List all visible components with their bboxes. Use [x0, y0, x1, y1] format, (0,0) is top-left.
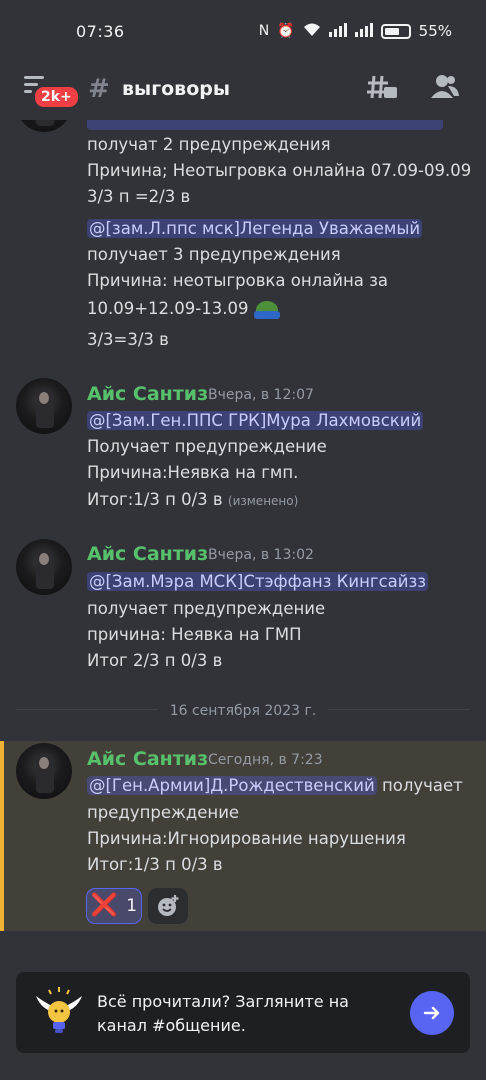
wifi-icon: [303, 23, 321, 40]
reaction-count: 1: [126, 896, 138, 916]
channel-header: 2k+ # выговоры: [0, 62, 486, 120]
battery-icon: [380, 23, 411, 39]
signal-icon: [328, 22, 347, 40]
system-icons: N ⏰ 55%: [259, 22, 452, 40]
add-emoji-icon: [158, 895, 179, 916]
message-text: @[зам.Л.ппс мск]Легенда Уважаемый: [87, 217, 423, 241]
alarm-icon: ⏰: [277, 23, 295, 39]
message-text: Причина:Неявка на гмп.: [87, 463, 299, 482]
clock: 07:36: [76, 21, 125, 41]
message-text: получает предупреждение: [87, 599, 326, 618]
banner-text-line-2: канал #общение.: [97, 1016, 246, 1035]
message-text: 3/3=3/3 в: [87, 330, 169, 349]
signal-icon-2: [354, 22, 373, 40]
message-text: @[Зам.Мэра МСК]Стэффанз Кингсайзз: [87, 570, 429, 594]
channel-hash-icon: #: [88, 74, 110, 104]
status-bar: 07:36 N ⏰ 55%: [0, 0, 486, 62]
message-text: Причина: неотыгровка онлайна за: [87, 271, 389, 290]
date-divider: 16 сентября 2023 г.: [0, 700, 486, 719]
avatar[interactable]: [16, 539, 72, 595]
user-mention[interactable]: @[Ген.Армии]Д.Рождественский: [87, 776, 377, 795]
reaction-cross[interactable]: ❌ 1: [86, 888, 142, 924]
message-text: @[Зам.Ген.ППС ГРК]Мура Лахмовский: [87, 409, 424, 433]
channel-title[interactable]: выговоры: [122, 78, 230, 100]
user-mention[interactable]: @[зам.Л.ппс мск]Легенда Уважаемый: [87, 219, 423, 238]
read-all-banner[interactable]: Всё прочитали? Загляните на канал #общен…: [16, 972, 470, 1053]
add-reaction-button[interactable]: [148, 888, 188, 924]
cross-mark-icon: ❌: [90, 893, 119, 918]
banner-text: Всё прочитали? Загляните на канал #общен…: [97, 990, 349, 1038]
message-timestamp: Сегодня, в 7:23: [208, 752, 323, 768]
avatar[interactable]: [16, 743, 72, 799]
threads-icon[interactable]: [366, 74, 398, 109]
message-text: 10.09+12.09-13.09: [87, 297, 280, 321]
message-text: Итог:1/3 п 0/3 в: [87, 855, 223, 874]
message-text: получат 2 предупреждения: [87, 135, 331, 154]
message-author[interactable]: Айс Сантиз: [87, 383, 208, 405]
menu-button[interactable]: 2k+: [22, 72, 81, 112]
message-text: Итог:1/3 п 0/3 в (изменено): [87, 488, 298, 513]
message-text: Итог 2/3 п 0/3 в: [87, 651, 223, 670]
edited-label: (изменено): [227, 494, 299, 508]
message-timestamp: Вчера, в 12:07: [208, 387, 314, 403]
message-list[interactable]: получат 2 предупреждения Причина; Неотыг…: [0, 120, 486, 940]
date-divider-label: 16 сентября 2023 г.: [157, 703, 329, 719]
message-text: Причина; Неотыгровка онлайна 07.09-09.09: [87, 161, 472, 180]
user-mention[interactable]: @[Зам.Ген.ППС ГРК]Мура Лахмовский: [87, 411, 424, 430]
message-text: Получает предупреждение: [87, 437, 327, 456]
arrow-right-icon: [423, 1006, 440, 1020]
message-text-date: 10.09+12.09-13.09: [87, 299, 249, 318]
cropped-mention: [87, 120, 443, 130]
members-icon[interactable]: [430, 74, 460, 107]
message-text: @[Ген.Армии]Д.Рождественский получает: [87, 774, 463, 798]
message-text: причина: Неявка на ГМП: [87, 625, 302, 644]
unread-badge: 2k+: [32, 84, 81, 110]
message-text: предупреждение: [87, 803, 240, 822]
lightbulb-mascot-icon: [36, 987, 82, 1033]
avatar[interactable]: [16, 120, 72, 132]
battery-percent: 55%: [418, 22, 452, 40]
mention-highlight-bar: [0, 741, 4, 931]
message-author[interactable]: Айс Сантиз: [87, 543, 208, 565]
message-author[interactable]: Айс Сантиз: [87, 748, 208, 770]
banner-text-line-1: Всё прочитали? Загляните на: [97, 992, 349, 1011]
user-mention[interactable]: @[Зам.Мэра МСК]Стэффанз Кингсайзз: [87, 572, 429, 591]
message-text-result: Итог:1/3 п 0/3 в: [87, 490, 223, 509]
message-text-suffix: получает: [381, 776, 463, 795]
message-text: Причина:Игнорирование нарушения: [87, 829, 406, 848]
pepe-emoji-icon: [253, 299, 280, 321]
avatar[interactable]: [16, 378, 72, 434]
nfc-icon: N: [258, 23, 270, 39]
message-timestamp: Вчера, в 13:02: [208, 547, 314, 563]
message-text: получает 3 предупреждения: [87, 245, 341, 264]
message-text: 3/3 п =2/3 в: [87, 187, 191, 206]
go-to-channel-button[interactable]: [410, 991, 454, 1035]
